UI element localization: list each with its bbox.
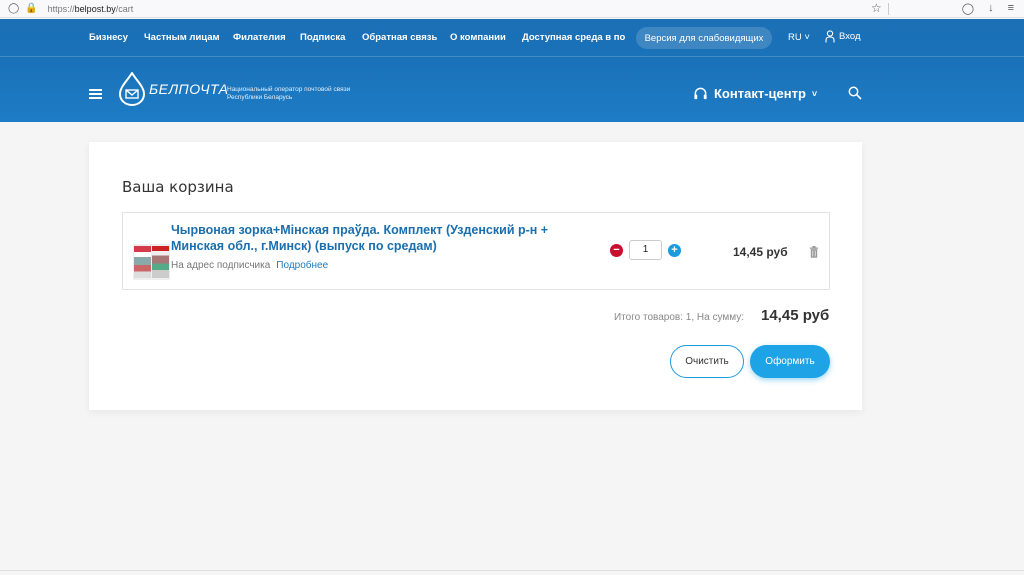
- download-icon[interactable]: ↓: [988, 2, 994, 15]
- search-icon[interactable]: [848, 86, 862, 105]
- item-price: 14,45 руб: [733, 245, 788, 259]
- site-header: Бизнесу Частным лицам Филателия Подписка…: [0, 19, 1024, 122]
- contact-center-menu[interactable]: Контакт-центр ˅: [693, 86, 817, 101]
- chevron-down-icon: ˅: [804, 32, 810, 43]
- page-title: Ваша корзина: [122, 178, 234, 196]
- tagline-line-1: Национальный оператор почтовой связи: [227, 86, 351, 93]
- nav-private[interactable]: Частным лицам: [144, 32, 220, 43]
- contact-center-label: Контакт-центр: [714, 86, 806, 101]
- menu-icon[interactable]: ≡: [1008, 2, 1014, 15]
- pocket-icon[interactable]: ◯: [962, 2, 974, 15]
- shield-icon[interactable]: ◯: [8, 3, 19, 14]
- checkout-button[interactable]: Оформить: [750, 345, 830, 378]
- login-label: Вход: [839, 31, 861, 42]
- nav-business[interactable]: Бизнесу: [89, 32, 128, 43]
- top-navigation: Бизнесу Частным лицам Филателия Подписка…: [0, 19, 1024, 57]
- toolbar-divider: [888, 3, 889, 15]
- nav-philately[interactable]: Филателия: [233, 32, 286, 43]
- chevron-down-icon: ˅: [811, 88, 818, 99]
- logo-text: БЕЛПОЧТА: [149, 81, 229, 97]
- product-name-link[interactable]: Чырвоная зорка+Мінская праўда. Комплект …: [171, 222, 581, 254]
- hamburger-menu-icon[interactable]: [89, 89, 102, 99]
- bookmark-star-icon[interactable]: ☆: [871, 1, 882, 15]
- headset-icon: [694, 87, 707, 100]
- page-bottom-divider: [0, 570, 1024, 571]
- summary-label: Итого товаров: 1, На сумму:: [614, 312, 744, 323]
- details-link[interactable]: Подробнее: [276, 260, 328, 271]
- language-selector[interactable]: RU ˅: [788, 32, 810, 43]
- nav-feedback[interactable]: Обратная связь: [362, 32, 437, 43]
- delivery-info: На адрес подписчика Подробнее: [171, 260, 328, 271]
- trash-icon[interactable]: [809, 245, 819, 263]
- main-header-bar: БЕЛПОЧТА Национальный оператор почтовой …: [0, 57, 1024, 122]
- tagline: Национальный оператор почтовой связи Рес…: [227, 86, 350, 102]
- belpost-logo[interactable]: БЕЛПОЧТА: [117, 72, 228, 106]
- language-label: RU: [788, 32, 802, 43]
- cart-card: Ваша корзина Чырвоная зорка+Мінская праў…: [89, 142, 862, 410]
- address-bar[interactable]: https://belpost.by/cart: [48, 4, 134, 14]
- tagline-line-2: Республики Беларусь: [227, 94, 293, 101]
- quantity-input[interactable]: 1: [629, 240, 662, 260]
- nav-accessibility[interactable]: Доступная среда в по: [522, 32, 625, 43]
- summary-total: 14,45 руб: [761, 307, 830, 324]
- login-link[interactable]: Вход: [825, 30, 861, 43]
- logo-drop-icon: [118, 72, 146, 106]
- increase-quantity-button[interactable]: +: [668, 243, 681, 257]
- browser-toolbar: ◯ 🔒 https://belpost.by/cart ☆ ◯ ↓ ≡: [0, 0, 1024, 18]
- quantity-stepper: − 1 +: [610, 240, 681, 260]
- cart-item: Чырвоная зорка+Мінская праўда. Комплект …: [122, 212, 830, 290]
- nav-subscription[interactable]: Подписка: [300, 32, 345, 43]
- decrease-quantity-button[interactable]: −: [610, 243, 623, 257]
- lock-icon[interactable]: 🔒: [25, 3, 37, 14]
- clear-cart-button[interactable]: Очистить: [670, 345, 744, 378]
- low-vision-button[interactable]: Версия для слабовидящих: [636, 27, 772, 49]
- nav-about[interactable]: О компании: [450, 32, 506, 43]
- user-icon: [825, 30, 835, 43]
- product-thumbnail[interactable]: [133, 244, 170, 280]
- delivery-type: На адрес подписчика: [171, 260, 271, 271]
